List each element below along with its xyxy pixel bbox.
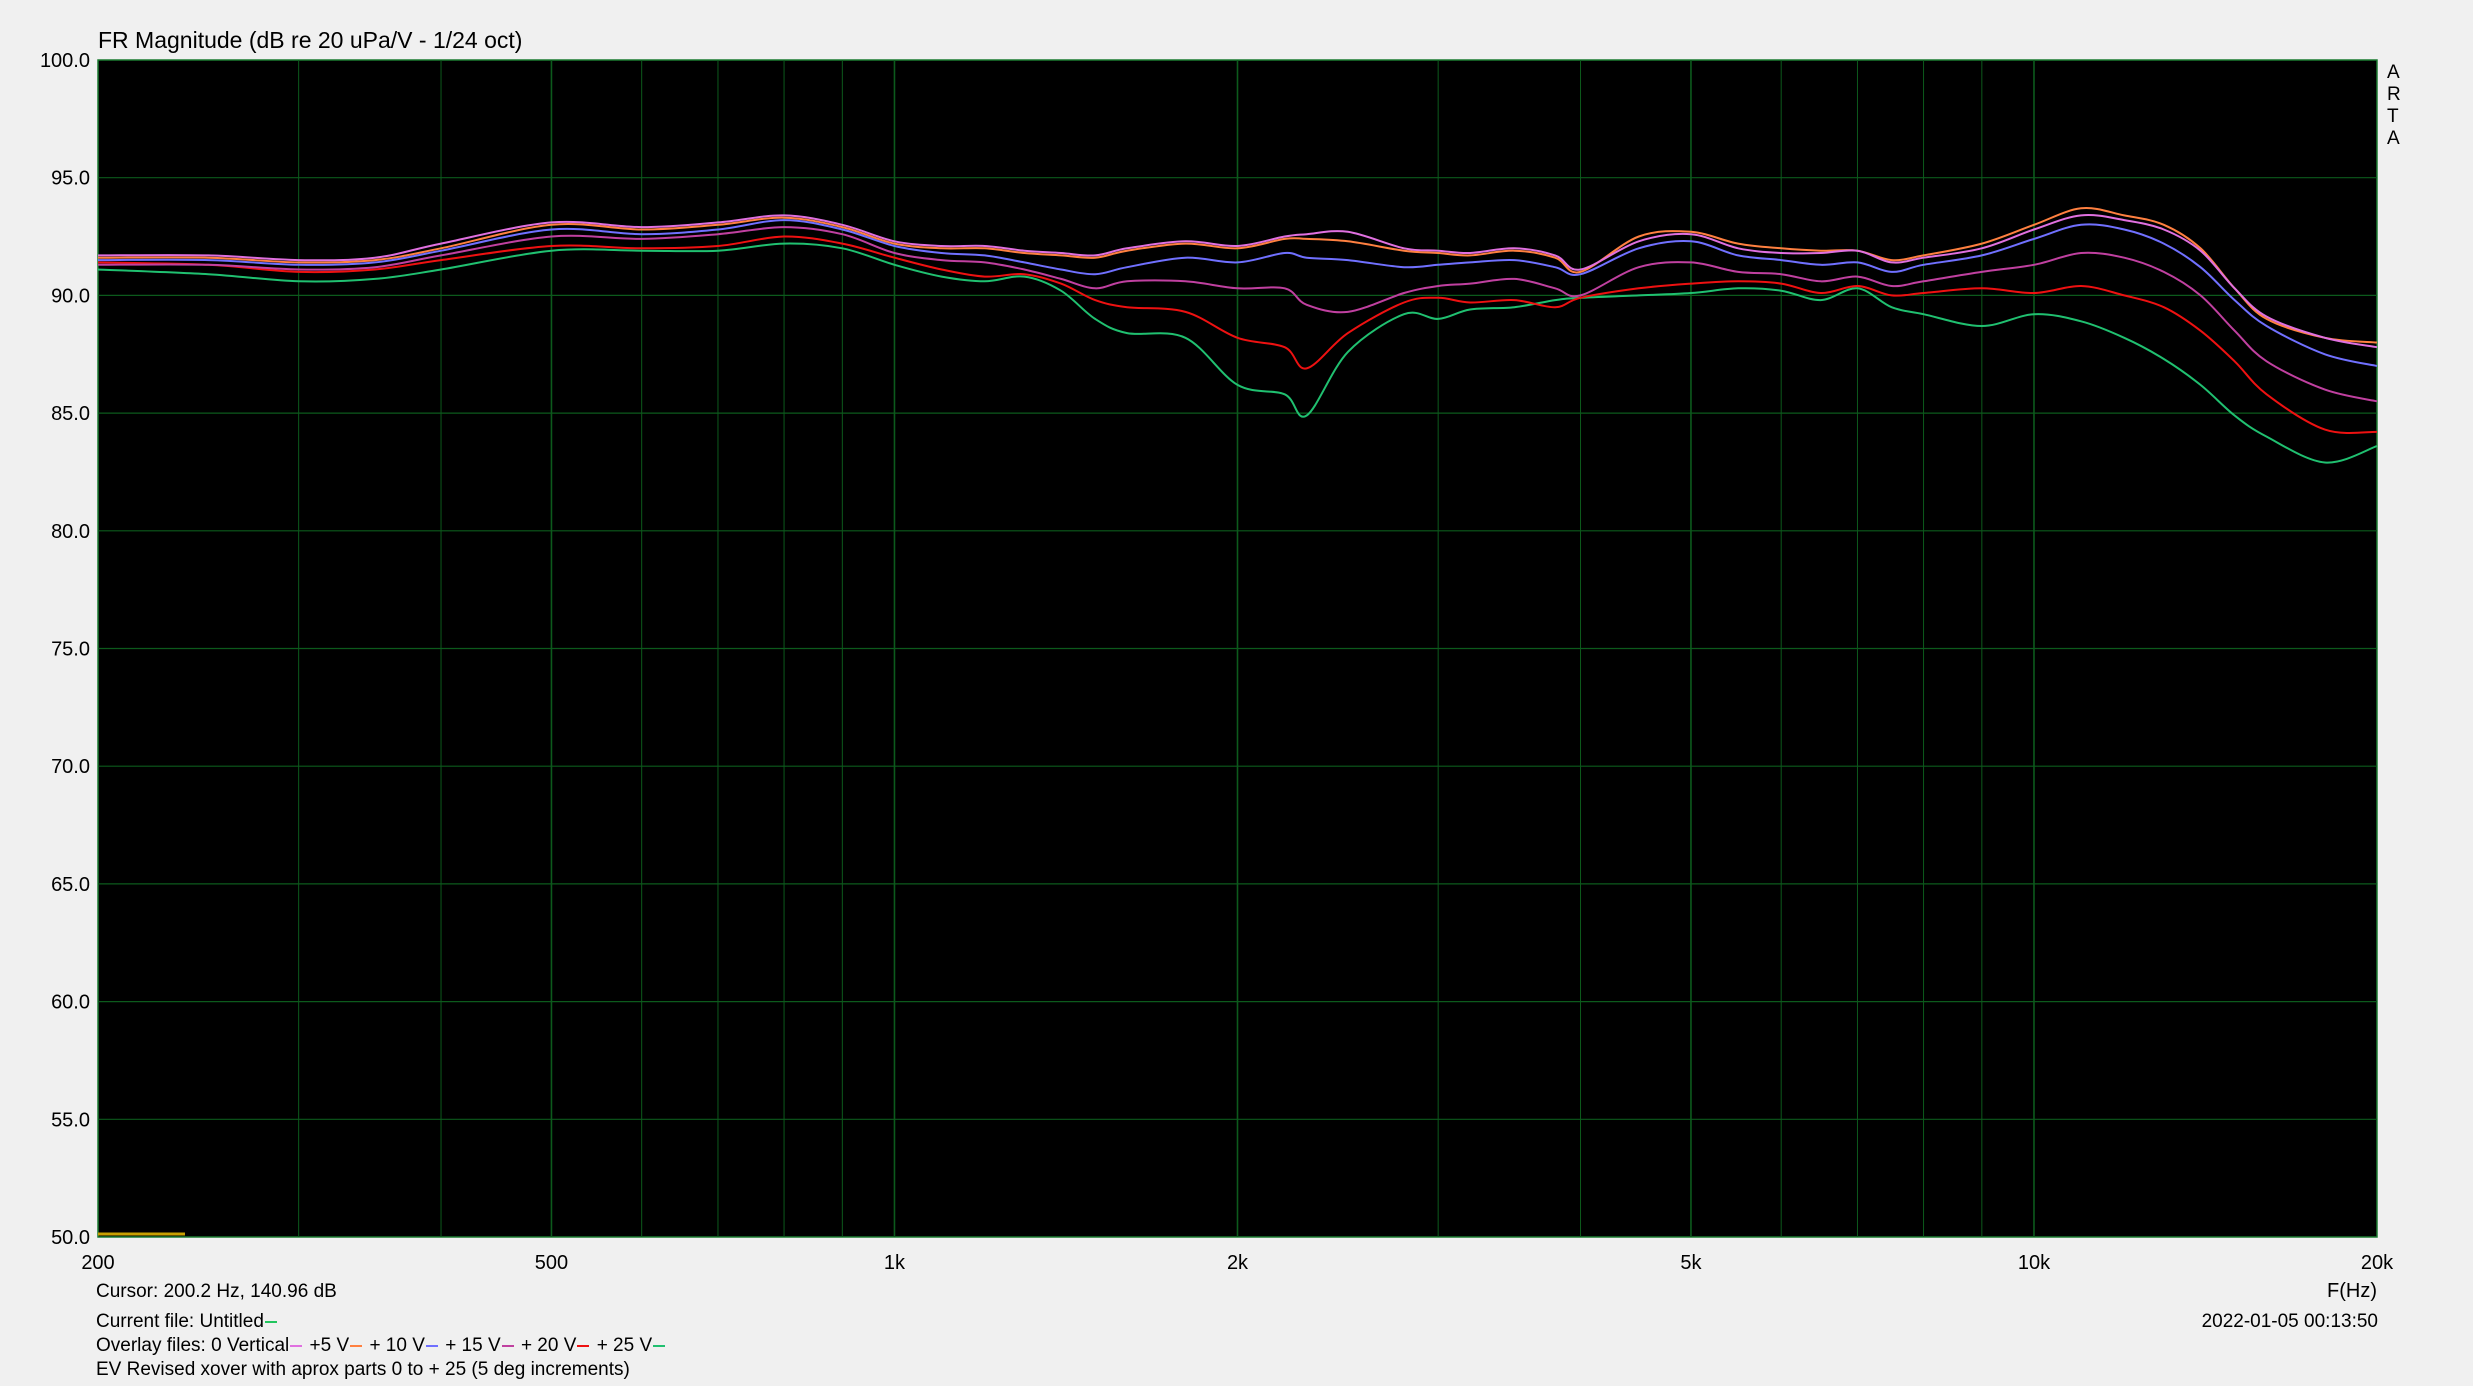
chart-title: FR Magnitude (dB re 20 uPa/V - 1/24 oct)	[98, 27, 522, 53]
y-tick-label: 90.0	[51, 285, 90, 307]
x-axis-unit-label: F(Hz)	[2327, 1280, 2377, 1302]
overlay-swatch	[290, 1344, 303, 1347]
y-tick-label: 85.0	[51, 403, 90, 425]
x-tick-label: 20k	[2361, 1252, 2394, 1274]
overlay-item: + 10 V	[369, 1335, 439, 1356]
y-tick-label: 75.0	[51, 639, 90, 661]
current-file-swatch	[264, 1320, 277, 1323]
y-tick-label: 100.0	[40, 50, 90, 72]
x-axis-ticks: 200 500 1k 2k 5k 10k 20k	[81, 1252, 2394, 1274]
timestamp: 2022-01-05 00:13:50	[2201, 1311, 2378, 1332]
watermark-letter: A	[2387, 128, 2400, 149]
overlay-item: + 15 V	[445, 1335, 515, 1356]
y-tick-label: 95.0	[51, 168, 90, 190]
y-tick-label: 55.0	[51, 1109, 90, 1131]
overlay-item: + 25 V	[597, 1335, 667, 1356]
overlay-swatch	[653, 1344, 666, 1347]
y-axis-ticks: 50.0 55.0 60.0 65.0 70.0 75.0 80.0 85.0 90.0 95.0…	[40, 50, 90, 1249]
overlay-label: + 10 V	[369, 1335, 425, 1356]
x-tick-label: 5k	[1680, 1252, 1702, 1274]
y-tick-label: 70.0	[51, 756, 90, 778]
overlay-label: + 20 V	[520, 1335, 577, 1356]
x-tick-label: 500	[535, 1252, 568, 1274]
watermark-letter: T	[2387, 106, 2399, 127]
overlay-item: + 20 V	[521, 1335, 591, 1356]
current-file-label: Current file: Untitled	[96, 1311, 264, 1332]
frequency-response-chart: FR Magnitude (dB re 20 uPa/V - 1/24 oct)…	[40, 27, 2401, 1302]
measurement-description: EV Revised xover with aprox parts 0 to +…	[96, 1359, 630, 1380]
overlay-swatch	[425, 1344, 438, 1347]
x-tick-label: 200	[81, 1252, 114, 1274]
cursor-readout: Cursor: 200.2 Hz, 140.96 dB	[96, 1281, 337, 1302]
arta-watermark: A R T A	[2387, 62, 2401, 149]
overlay-label: + 25 V	[596, 1335, 653, 1356]
overlay-label: +5 V	[309, 1335, 350, 1356]
x-tick-label: 10k	[2018, 1252, 2051, 1274]
x-tick-label: 2k	[1227, 1252, 1249, 1274]
watermark-letter: R	[2387, 84, 2401, 105]
current-file: Current file: Untitled	[96, 1310, 279, 1334]
overlay-swatch	[501, 1344, 514, 1347]
overlay-item: 0 Vertical	[211, 1335, 304, 1356]
overlay-files: Overlay files: 0 Vertical +5 V + 10 V + …	[96, 1334, 667, 1358]
y-tick-label: 50.0	[51, 1227, 90, 1249]
overlay-label: 0 Vertical	[211, 1335, 290, 1356]
overlay-swatch	[350, 1344, 363, 1347]
overlay-swatch	[577, 1344, 590, 1347]
watermark-letter: A	[2387, 62, 2400, 83]
overlay-label: + 15 V	[445, 1335, 501, 1356]
overlay-item: +5 V	[310, 1335, 365, 1356]
y-tick-label: 65.0	[51, 874, 90, 896]
y-tick-label: 80.0	[51, 521, 90, 543]
y-tick-label: 60.0	[51, 992, 90, 1014]
x-tick-label: 1k	[884, 1252, 906, 1274]
overlay-prefix: Overlay files:	[96, 1335, 206, 1356]
